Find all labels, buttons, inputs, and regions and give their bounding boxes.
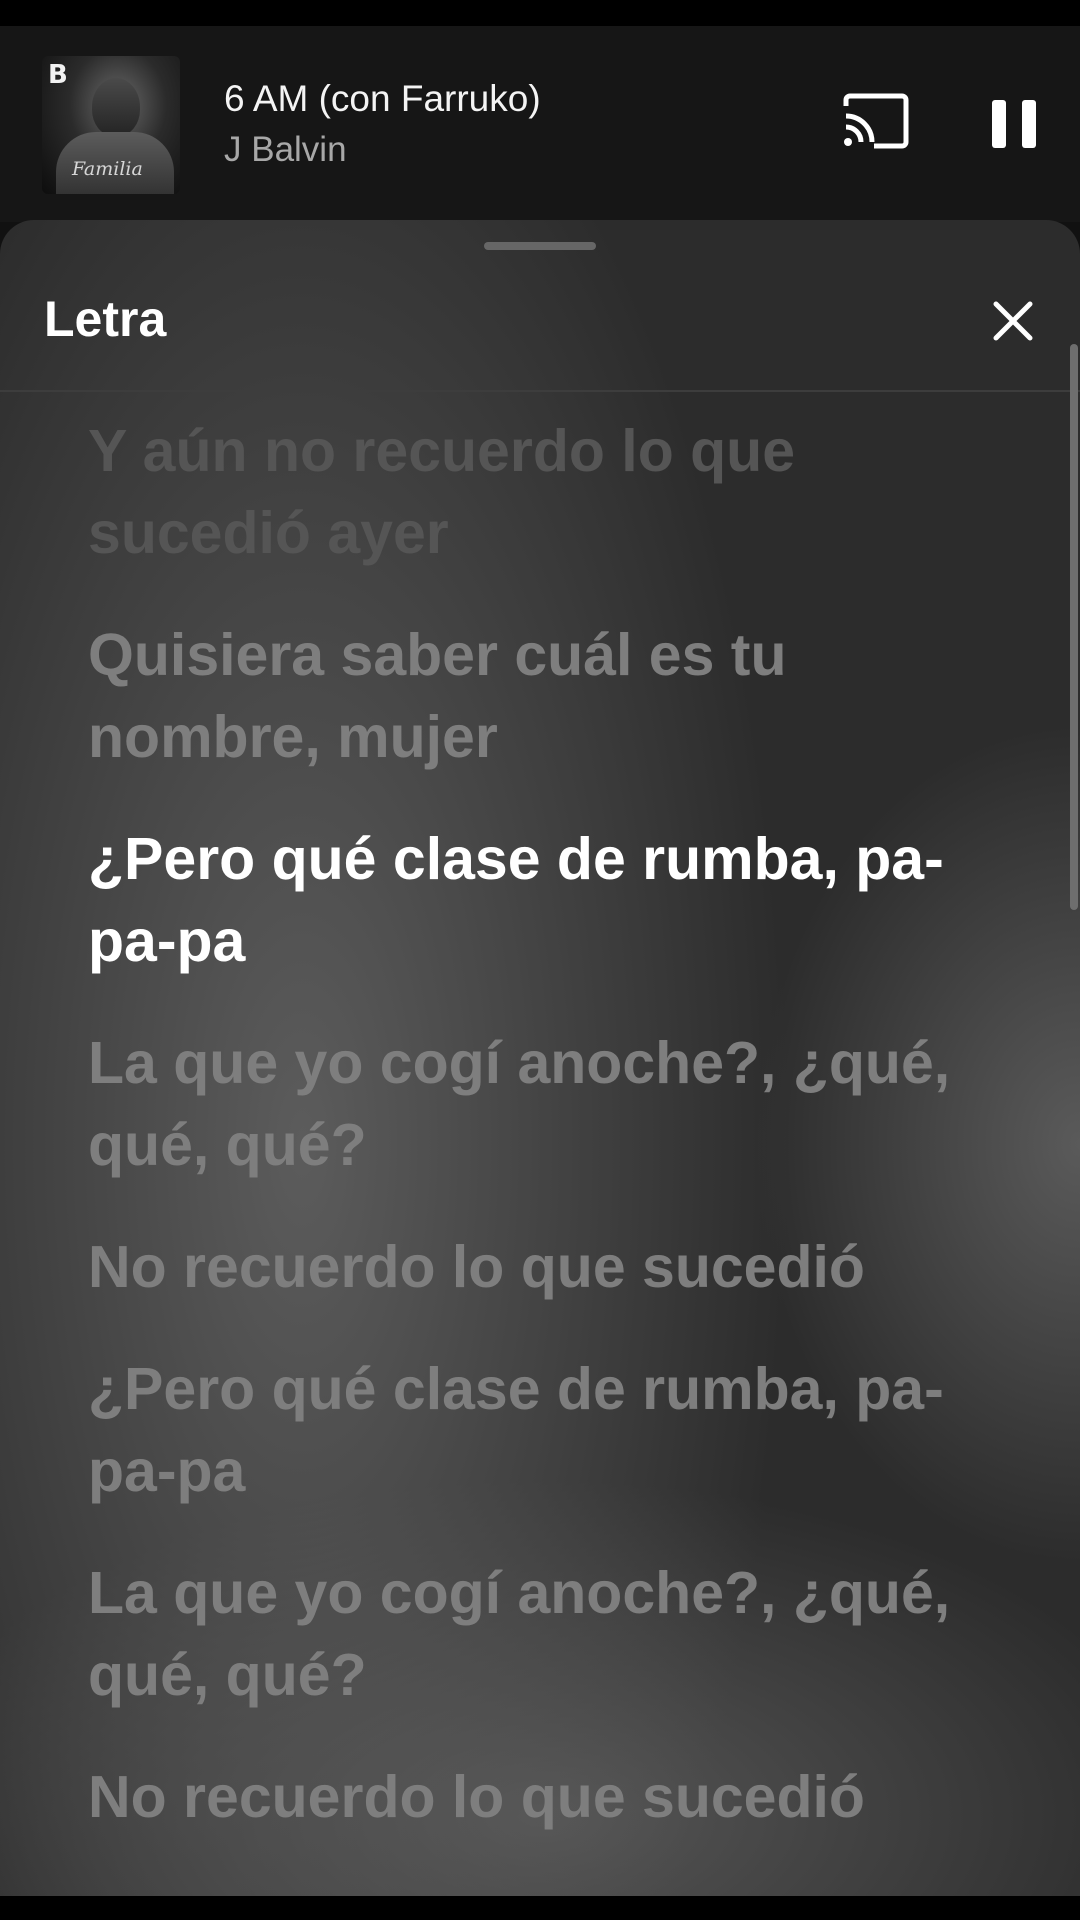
lyrics-screen: B Familia 6 AM (con Farruko) J Balvin Le… bbox=[0, 0, 1080, 1920]
cast-icon bbox=[843, 93, 909, 149]
track-title: 6 AM (con Farruko) bbox=[224, 78, 541, 119]
lyric-line[interactable]: Y aún no recuerdo lo que sucedió ayer bbox=[88, 410, 988, 574]
album-art[interactable]: B Familia bbox=[42, 56, 180, 194]
album-badge: B bbox=[48, 60, 68, 90]
sheet-title: Letra bbox=[44, 291, 167, 347]
status-bar bbox=[0, 0, 1080, 26]
lyric-line[interactable]: La que yo cogí anoche?, ¿qué, qué, qué? bbox=[88, 1552, 988, 1716]
lyric-line[interactable]: Quisiera saber cuál es tu nombre, mujer bbox=[88, 614, 988, 778]
mini-player[interactable]: B Familia 6 AM (con Farruko) J Balvin bbox=[0, 26, 1080, 222]
track-artist: J Balvin bbox=[224, 130, 347, 169]
close-icon bbox=[993, 301, 1033, 341]
pause-icon bbox=[992, 100, 1006, 148]
close-button[interactable] bbox=[990, 298, 1036, 344]
pause-button[interactable] bbox=[984, 94, 1044, 154]
navigation-bar bbox=[0, 1896, 1080, 1920]
cast-button[interactable] bbox=[840, 92, 912, 152]
lyric-line[interactable]: No recuerdo lo que sucedió bbox=[88, 1226, 988, 1308]
scrollbar[interactable] bbox=[1070, 344, 1078, 910]
lyric-line[interactable]: ¿Pero qué clase de rumba, pa-pa-pa bbox=[88, 1348, 988, 1512]
lyric-line[interactable]: No recuerdo lo que sucedió bbox=[88, 1756, 988, 1838]
pause-icon-bar bbox=[1022, 100, 1036, 148]
lyric-line[interactable]: La que yo cogí anoche?, ¿qué, qué, qué? bbox=[88, 1022, 988, 1186]
lyrics-sheet: Letra Y aún no recuerdo lo que sucedió a… bbox=[0, 220, 1080, 1900]
album-art-figure-head bbox=[92, 78, 140, 136]
album-tattoo-text: Familia bbox=[72, 158, 143, 180]
header-divider bbox=[0, 390, 1080, 392]
drag-handle[interactable] bbox=[484, 242, 596, 250]
lyric-line-active[interactable]: ¿Pero qué clase de rumba, pa-pa-pa bbox=[88, 818, 988, 982]
lyrics-list[interactable]: Y aún no recuerdo lo que sucedió ayer Qu… bbox=[88, 410, 988, 1878]
